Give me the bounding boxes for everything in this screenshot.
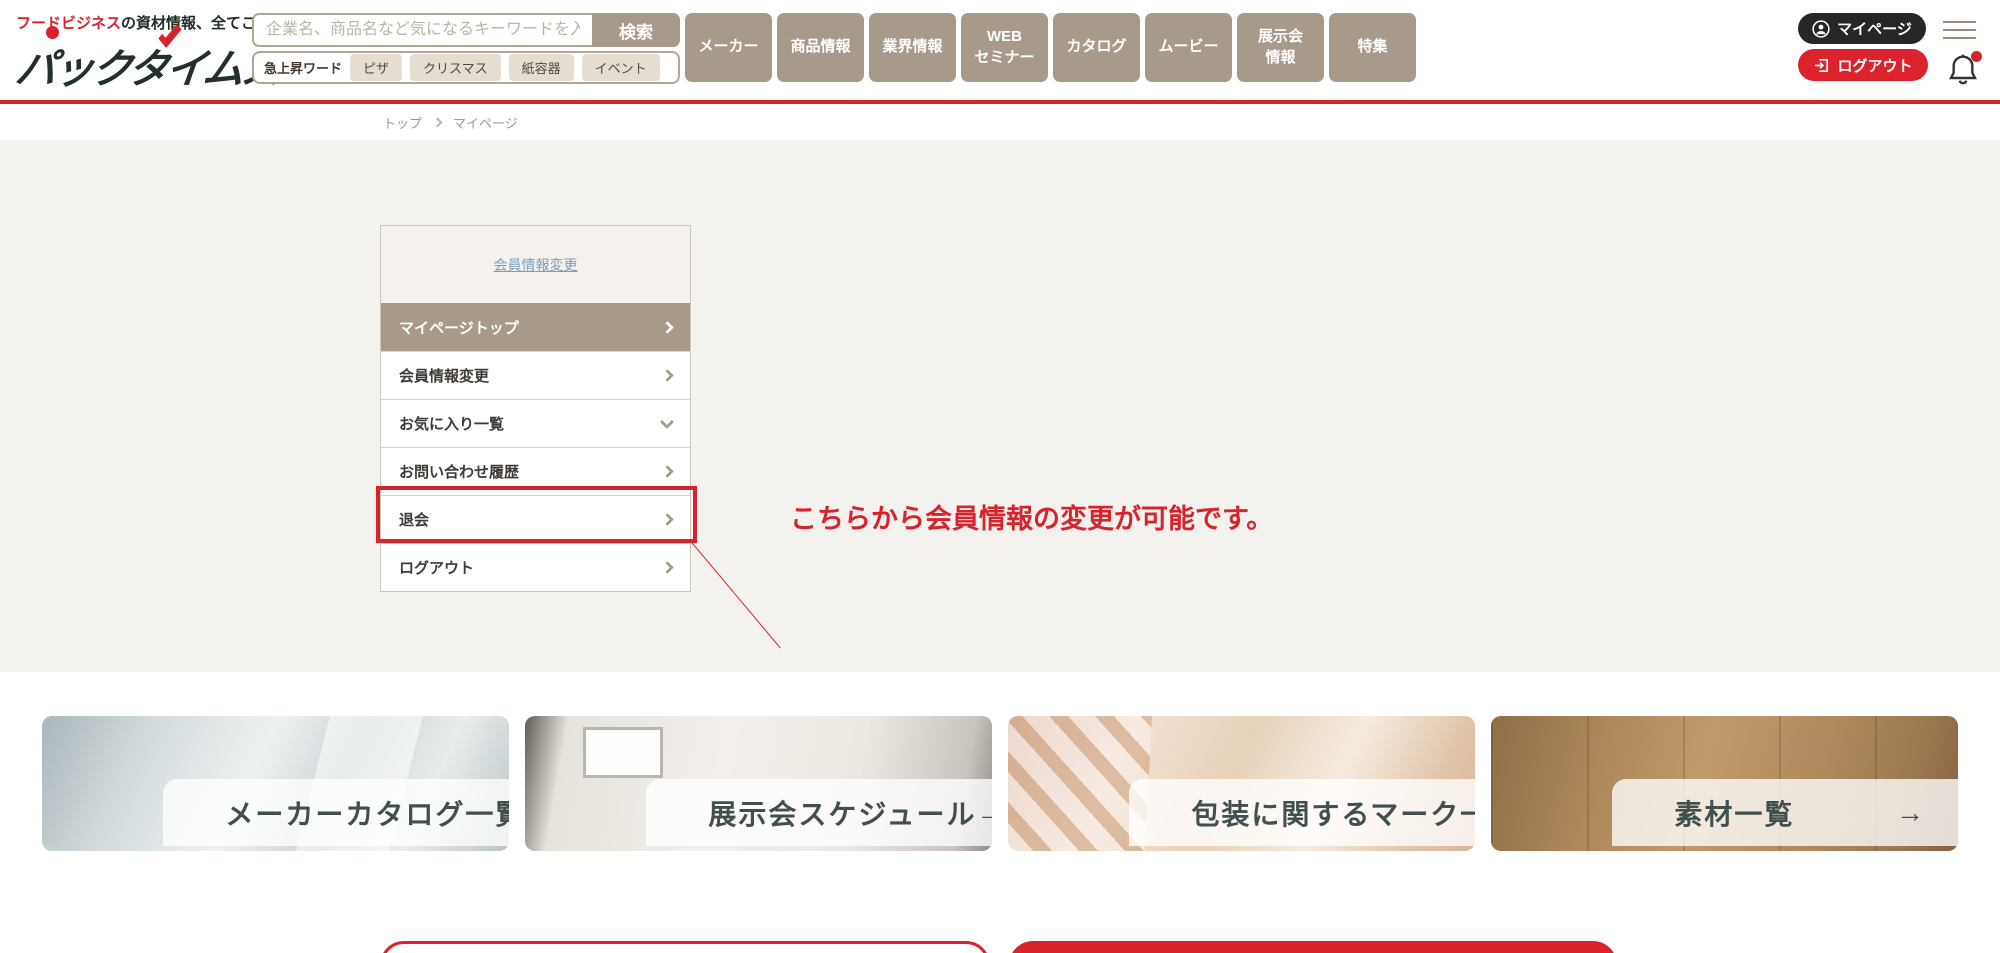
notification-dot	[1971, 51, 1982, 62]
banner-label: 包装に関するマーク一覧	[1191, 793, 1475, 833]
trending-tag-pizza[interactable]: ピザ	[350, 54, 402, 81]
chevron-right-icon	[661, 513, 674, 526]
nav-exhibition-info[interactable]: 展示会 情報	[1237, 13, 1324, 82]
nav-web-seminar[interactable]: WEB セミナー	[961, 13, 1048, 82]
chevron-right-icon	[661, 561, 674, 574]
trending-keywords-box: 急上昇ワード ピザ クリスマス 紙容器 イベント	[252, 51, 680, 84]
banner-label: メーカーカタログ一覧	[225, 793, 509, 833]
person-icon	[1812, 20, 1830, 38]
page: フードビジネスの資材情報、全てここに パックタイムス 検索 急上昇ワード ピザ …	[0, 0, 2000, 953]
annotation-connector-line	[691, 542, 780, 648]
logo-red-dot-icon	[46, 26, 59, 39]
chevron-right-icon	[661, 465, 674, 478]
banner-overlay: メーカーカタログ一覧 →	[163, 779, 509, 846]
menu-item-mypage-top[interactable]: マイページトップ	[381, 303, 690, 351]
notification-bell-icon[interactable]	[1947, 52, 1981, 88]
logout-icon	[1813, 57, 1830, 74]
nav-maker[interactable]: メーカー	[685, 13, 772, 82]
banner-materials-list[interactable]: 素材一覧 →	[1491, 716, 1958, 851]
hamburger-bar	[1943, 29, 1976, 31]
banner-overlay: 素材一覧 →	[1612, 779, 1958, 846]
logo-text: パックタイムス	[13, 35, 249, 95]
banner-exhibition-schedule[interactable]: 展示会スケジュール →	[525, 716, 992, 851]
hamburger-bar	[1943, 21, 1976, 23]
nav-product-info[interactable]: 商品情報	[777, 13, 864, 82]
menu-item-label: 退会	[399, 509, 429, 530]
menu-item-withdraw[interactable]: 退会	[381, 495, 690, 543]
header-divider	[0, 100, 2000, 104]
banner-label: 展示会スケジュール	[708, 793, 976, 833]
logo-tagline-highlight: フードビジネス	[16, 15, 121, 32]
banner-links: メーカーカタログ一覧 → 展示会スケジュール → 包装に関するマーク一覧 → 素…	[42, 716, 1958, 851]
mypage-button[interactable]: マイページ	[1798, 13, 1926, 44]
breadcrumb: トップ マイページ	[383, 104, 518, 140]
trending-tag-christmas[interactable]: クリスマス	[410, 54, 501, 81]
chevron-right-icon	[661, 369, 674, 382]
site-header: フードビジネスの資材情報、全てここに パックタイムス 検索 急上昇ワード ピザ …	[0, 0, 2000, 100]
chevron-down-icon	[660, 414, 674, 428]
chevron-right-icon	[661, 321, 674, 334]
menu-item-member-info-change[interactable]: 会員情報変更	[381, 351, 690, 399]
member-info-change-link[interactable]: 会員情報変更	[494, 255, 578, 275]
trending-tag-paper-container[interactable]: 紙容器	[509, 54, 574, 81]
menu-item-favorites[interactable]: お気に入り一覧	[381, 399, 690, 447]
breadcrumb-chevron-icon	[433, 117, 443, 127]
hamburger-menu-icon[interactable]	[1943, 21, 1976, 41]
site-logo[interactable]: フードビジネスの資材情報、全てここに パックタイムス	[16, 12, 246, 95]
logout-button[interactable]: ログアウト	[1798, 49, 1928, 81]
main-nav: メーカー 商品情報 業界情報 WEB セミナー カタログ ムービー 展示会 情報…	[685, 13, 1416, 82]
search-input[interactable]	[252, 13, 592, 47]
mypage-button-label: マイページ	[1837, 18, 1912, 39]
menu-item-label: ログアウト	[399, 557, 474, 578]
mypage-menu: 会員情報変更 マイページトップ 会員情報変更 お気に入り一覧 お問い合わせ履歴 …	[380, 225, 691, 592]
nav-catalog[interactable]: カタログ	[1053, 13, 1140, 82]
menu-item-label: お気に入り一覧	[399, 413, 504, 434]
banner-label: 素材一覧	[1674, 793, 1794, 833]
nav-feature[interactable]: 特集	[1329, 13, 1416, 82]
banner-overlay: 包装に関するマーク一覧 →	[1129, 779, 1475, 846]
mypage-menu-header: 会員情報変更	[381, 226, 690, 303]
menu-item-logout[interactable]: ログアウト	[381, 543, 690, 591]
breadcrumb-mypage: マイページ	[453, 113, 518, 132]
nav-industry-info[interactable]: 業界情報	[869, 13, 956, 82]
bottom-red-button-partial[interactable]	[1009, 941, 1617, 953]
annotation-text: こちらから会員情報の変更が可能です。	[790, 497, 1273, 536]
menu-item-inquiry-history[interactable]: お問い合わせ履歴	[381, 447, 690, 495]
menu-item-label: マイページトップ	[399, 317, 519, 338]
main-section: 会員情報変更 マイページトップ 会員情報変更 お気に入り一覧 お問い合わせ履歴 …	[0, 140, 2000, 672]
search-button[interactable]: 検索	[592, 13, 680, 47]
banner-overlay: 展示会スケジュール →	[646, 779, 992, 846]
menu-item-label: お問い合わせ履歴	[399, 461, 519, 482]
hamburger-bar	[1943, 37, 1976, 39]
arrow-right-icon: →	[1896, 797, 1924, 829]
banner-maker-catalog-list[interactable]: メーカーカタログ一覧 →	[42, 716, 509, 851]
banner-packaging-marks-list[interactable]: 包装に関するマーク一覧 →	[1008, 716, 1475, 851]
nav-movie[interactable]: ムービー	[1145, 13, 1232, 82]
trending-label: 急上昇ワード	[264, 58, 342, 77]
trending-tag-event[interactable]: イベント	[582, 54, 660, 81]
menu-item-label: 会員情報変更	[399, 365, 489, 386]
arrow-right-icon: →	[976, 797, 992, 829]
bottom-outline-button-partial[interactable]	[380, 941, 990, 953]
breadcrumb-top[interactable]: トップ	[383, 113, 422, 132]
logout-button-label: ログアウト	[1837, 55, 1912, 76]
